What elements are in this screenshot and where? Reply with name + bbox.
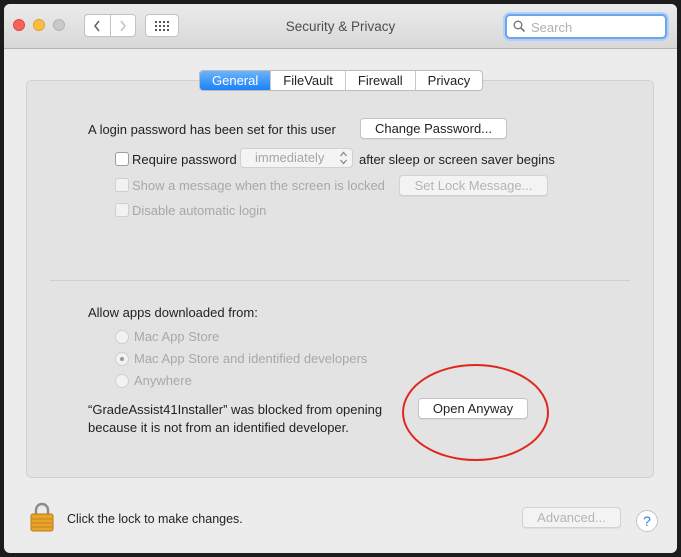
require-password-popup[interactable]: immediately [240,148,353,168]
login-password-text: A login password has been set for this u… [88,122,336,137]
require-password-suffix: after sleep or screen saver begins [359,152,555,167]
open-anyway-button[interactable]: Open Anyway [418,398,528,419]
help-button[interactable]: ? [636,510,658,532]
disable-auto-login-checkbox[interactable] [115,203,129,217]
radio-mac-app-store-label: Mac App Store [134,329,220,344]
blocked-message-line2: because it is not from an identified dev… [88,420,349,435]
radio-anywhere-label: Anywhere [134,373,192,388]
lock-icon[interactable] [30,502,54,532]
radio-identified-developers-label: Mac App Store and identified developers [134,351,368,366]
set-lock-message-button[interactable]: Set Lock Message... [399,175,548,196]
require-password-checkbox[interactable] [115,152,129,166]
change-password-button[interactable]: Change Password... [360,118,507,139]
allow-apps-label: Allow apps downloaded from: [88,305,258,320]
section-divider [50,280,630,281]
radio-mac-app-store[interactable] [115,330,129,344]
advanced-button[interactable]: Advanced... [522,507,621,528]
blocked-message-line1: “GradeAssist41Installer” was blocked fro… [88,402,383,417]
disable-auto-login-label: Disable automatic login [132,203,267,218]
general-panel [26,80,654,478]
tab-filevault[interactable]: FileVault [270,71,345,90]
tab-general[interactable]: General [200,71,271,90]
radio-identified-developers[interactable] [115,352,129,366]
search-icon [513,20,526,33]
lock-message: Click the lock to make changes. [67,512,243,526]
tab-firewall[interactable]: Firewall [344,71,415,90]
radio-anywhere[interactable] [115,374,129,388]
show-message-checkbox[interactable] [115,178,129,192]
tab-bar: General FileVault Firewall Privacy [199,70,484,91]
search-input[interactable] [529,17,663,38]
title-bar: Security & Privacy [4,4,677,49]
preferences-window: Security & Privacy General FileVault Fir… [4,4,677,553]
search-field[interactable] [505,14,667,39]
help-icon: ? [643,513,651,529]
require-password-label: Require password [132,152,237,167]
popup-arrows-icon [340,151,347,165]
show-message-label: Show a message when the screen is locked [132,178,385,193]
tab-privacy[interactable]: Privacy [414,71,483,90]
require-password-value: immediately [255,150,325,165]
